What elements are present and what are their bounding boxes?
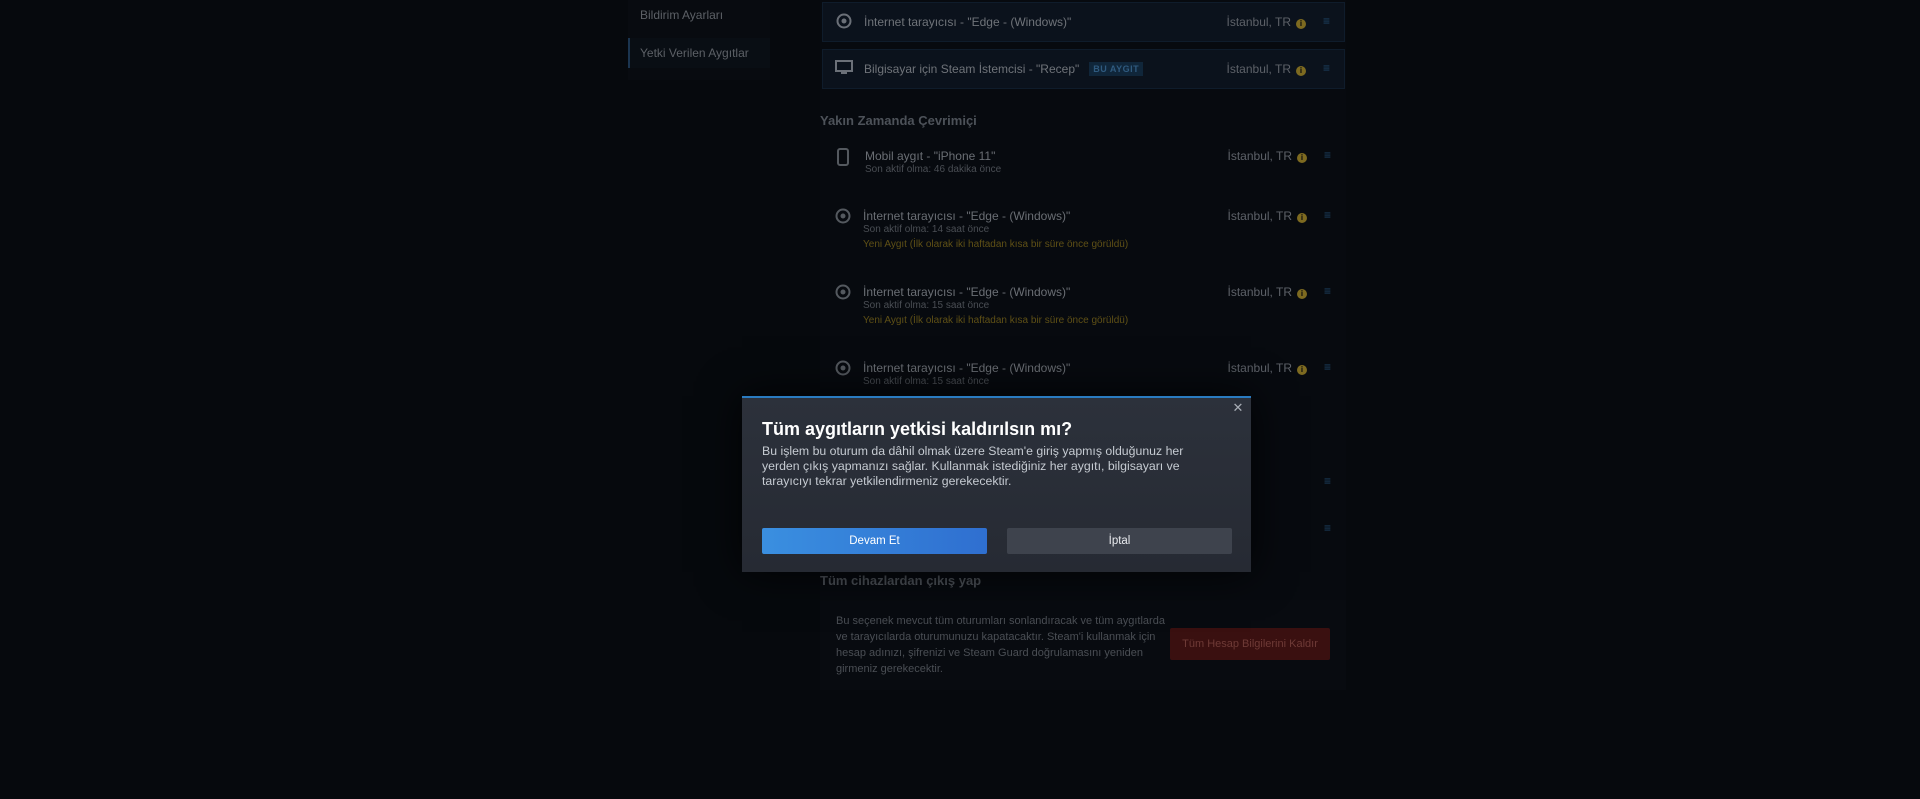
dialog-body: Bu işlem bu oturum da dâhil olmak üzere … xyxy=(762,444,1184,488)
device-location: İstanbul, TR i xyxy=(1228,149,1307,163)
logout-all-title: Tüm cihazlardan çıkış yap xyxy=(820,573,982,588)
menu-icon[interactable]: ≡ xyxy=(1324,360,1331,374)
device-location: İstanbul, TR i xyxy=(1227,15,1306,29)
device-location: İstanbul, TR i xyxy=(1228,361,1307,375)
browser-icon xyxy=(834,284,852,302)
info-icon[interactable]: i xyxy=(1297,365,1307,375)
device-name: Bilgisayar için Steam İstemcisi - "Recep… xyxy=(864,62,1144,76)
active-device-row: Bilgisayar için Steam İstemcisi - "Recep… xyxy=(822,49,1345,89)
info-icon[interactable]: i xyxy=(1297,289,1307,299)
device-location: İstanbul, TR i xyxy=(1228,209,1307,223)
cancel-button[interactable]: İptal xyxy=(1007,528,1232,554)
info-icon[interactable]: i xyxy=(1297,153,1307,163)
menu-icon[interactable]: ≡ xyxy=(1323,14,1330,28)
deauthorize-all-dialog: ✕ Tüm aygıtların yetkisi kaldırılsın mı?… xyxy=(742,396,1251,572)
browser-icon xyxy=(834,360,852,378)
sidebar-item-authorized-devices[interactable]: Yetki Verilen Aygıtlar xyxy=(628,38,770,68)
monitor-icon xyxy=(835,60,853,78)
this-device-badge: BU AYGIT xyxy=(1089,62,1144,76)
device-name: İnternet tarayıcısı - "Edge - (Windows)" xyxy=(864,15,1072,29)
device-location: İstanbul, TR i xyxy=(1227,62,1306,76)
phone-icon xyxy=(834,148,852,166)
sidebar-item-notification-settings[interactable]: Bildirim Ayarları xyxy=(628,0,770,30)
info-icon[interactable]: i xyxy=(1296,19,1306,29)
info-icon[interactable]: i xyxy=(1296,66,1306,76)
menu-icon[interactable]: ≡ xyxy=(1324,284,1331,298)
device-name: İnternet tarayıcısı - "Edge - (Windows)" xyxy=(863,361,1071,375)
dialog-title: Tüm aygıtların yetkisi kaldırılsın mı? xyxy=(762,419,1073,439)
device-last-seen: Son aktif olma: 15 saat önce xyxy=(863,376,990,387)
info-icon[interactable]: i xyxy=(1297,213,1307,223)
device-location: İstanbul, TR i xyxy=(1228,285,1307,299)
device-last-seen: Son aktif olma: 15 saat önce xyxy=(863,300,990,311)
device-name: Mobil aygıt - "iPhone 11" xyxy=(865,149,996,163)
menu-icon[interactable]: ≡ xyxy=(1324,474,1331,488)
logout-all-description: Bu seçenek mevcut tüm oturumları sonland… xyxy=(836,615,1165,675)
device-last-seen: Son aktif olma: 46 dakika önce xyxy=(865,164,1002,175)
settings-sidebar: Bildirim Ayarları Yetki Verilen Aygıtlar xyxy=(628,0,770,80)
continue-button[interactable]: Devam Et xyxy=(762,528,987,554)
menu-icon[interactable]: ≡ xyxy=(1324,208,1331,222)
device-last-seen: Son aktif olma: 14 saat önce xyxy=(863,224,990,235)
browser-icon xyxy=(835,13,853,31)
device-name: İnternet tarayıcısı - "Edge - (Windows)" xyxy=(863,285,1071,299)
remove-all-credentials-button[interactable]: Tüm Hesap Bilgilerini Kaldır xyxy=(1170,628,1330,660)
new-device-warning: Yeni Aygıt (İlk olarak iki haftadan kısa… xyxy=(863,315,1129,326)
browser-icon xyxy=(834,208,852,226)
close-icon[interactable]: ✕ xyxy=(1230,400,1246,416)
menu-icon[interactable]: ≡ xyxy=(1324,148,1331,162)
recent-section-title: Yakın Zamanda Çevrimiçi xyxy=(820,113,977,128)
active-device-row: İnternet tarayıcısı - "Edge - (Windows)"… xyxy=(822,2,1345,42)
new-device-warning: Yeni Aygıt (İlk olarak iki haftadan kısa… xyxy=(863,239,1129,250)
menu-icon[interactable]: ≡ xyxy=(1323,61,1330,75)
device-name: İnternet tarayıcısı - "Edge - (Windows)" xyxy=(863,209,1071,223)
menu-icon[interactable]: ≡ xyxy=(1324,521,1331,535)
